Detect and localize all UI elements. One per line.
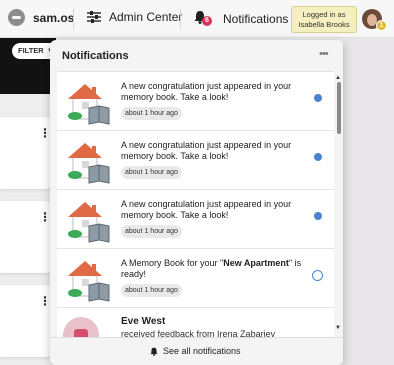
notification-count-badge: 6 [202, 16, 212, 26]
notification-text-bold: New Apartment [223, 258, 289, 268]
memory-book-house-icon [68, 143, 110, 184]
see-all-label: See all notifications [163, 346, 241, 356]
unread-dot[interactable] [314, 212, 322, 220]
notification-item[interactable]: A Memory Book for your "New Apartment" i… [57, 249, 334, 308]
notification-text: A new congratulation just appeared in yo… [121, 81, 292, 102]
kebab-menu-icon[interactable]: ⋮ [39, 127, 51, 139]
bell-icon [150, 347, 158, 356]
background-card[interactable]: ⋮ [0, 201, 52, 273]
divider [73, 9, 74, 29]
logged-in-user: Isabella Brooks [298, 20, 350, 29]
read-circle[interactable] [312, 270, 323, 281]
top-bar: sam.os Admin Center 6 Notifications Logg… [0, 0, 394, 38]
notification-time: about 1 hour ago [121, 225, 182, 238]
notification-item[interactable]: A new congratulation just appeared in yo… [57, 190, 334, 249]
brand-logo-icon [8, 9, 25, 26]
notification-list: A new congratulation just appeared in yo… [57, 71, 334, 365]
background-right-area [343, 38, 394, 365]
background-card[interactable]: ⋮ [0, 285, 52, 357]
notification-text: A new congratulation just appeared in yo… [121, 140, 292, 161]
notifications-panel: Notifications ••• A new congratulation j… [50, 40, 343, 365]
filter-label: FILTER [18, 46, 44, 55]
notification-item[interactable]: A new congratulation just appeared in yo… [57, 72, 334, 131]
memory-book-house-icon [68, 84, 110, 125]
footer-inner: See all notifications [150, 346, 241, 356]
scrollbar-thumb[interactable] [337, 82, 341, 134]
logged-in-caption: Logged in as [302, 10, 346, 19]
notification-time: about 1 hour ago [121, 284, 182, 297]
notification-time: about 1 hour ago [121, 107, 182, 120]
notification-text: A Memory Book for your "New Apartment" i… [121, 258, 313, 280]
notification-text: A new congratulation just appeared in yo… [121, 199, 292, 220]
brand-name: sam.os [33, 10, 75, 25]
kebab-menu-icon[interactable]: ⋮ [39, 211, 51, 223]
more-dots-icon[interactable]: ••• [319, 48, 329, 60]
panel-title: Notifications [62, 50, 129, 62]
brand[interactable]: sam.os [8, 9, 74, 26]
memory-book-house-icon [68, 261, 110, 302]
divider [180, 9, 181, 29]
panel-header: Notifications ••• [50, 40, 343, 71]
kebab-menu-icon[interactable]: ⋮ [39, 295, 51, 307]
bell-icon: 6 [194, 10, 212, 28]
scroll-up-arrow-icon[interactable]: ▲ [335, 75, 341, 81]
notifications-button[interactable]: 6 Notifications [194, 10, 288, 28]
scroll-down-arrow-icon[interactable]: ▼ [335, 325, 341, 331]
notification-item[interactable]: A new congratulation just appeared in yo… [57, 131, 334, 190]
admin-center-label: Admin Center [109, 10, 183, 24]
unread-dot[interactable] [314, 153, 322, 161]
avatar-level-badge: 1 [376, 20, 387, 31]
unread-dot[interactable] [314, 94, 322, 102]
see-all-notifications-button[interactable]: See all notifications [50, 337, 343, 365]
background-card[interactable]: ⋮ [0, 117, 52, 189]
memory-book-house-icon [68, 202, 110, 243]
admin-center-button[interactable]: Admin Center [87, 10, 182, 24]
notification-time: about 1 hour ago [121, 166, 182, 179]
logged-in-badge: Logged in as Isabella Brooks [291, 6, 357, 33]
sliders-icon [87, 11, 101, 23]
notifications-label: Notifications [223, 12, 289, 26]
notification-text-pre: A Memory Book for your " [121, 258, 224, 268]
feedback-sender: Eve West [121, 316, 166, 327]
